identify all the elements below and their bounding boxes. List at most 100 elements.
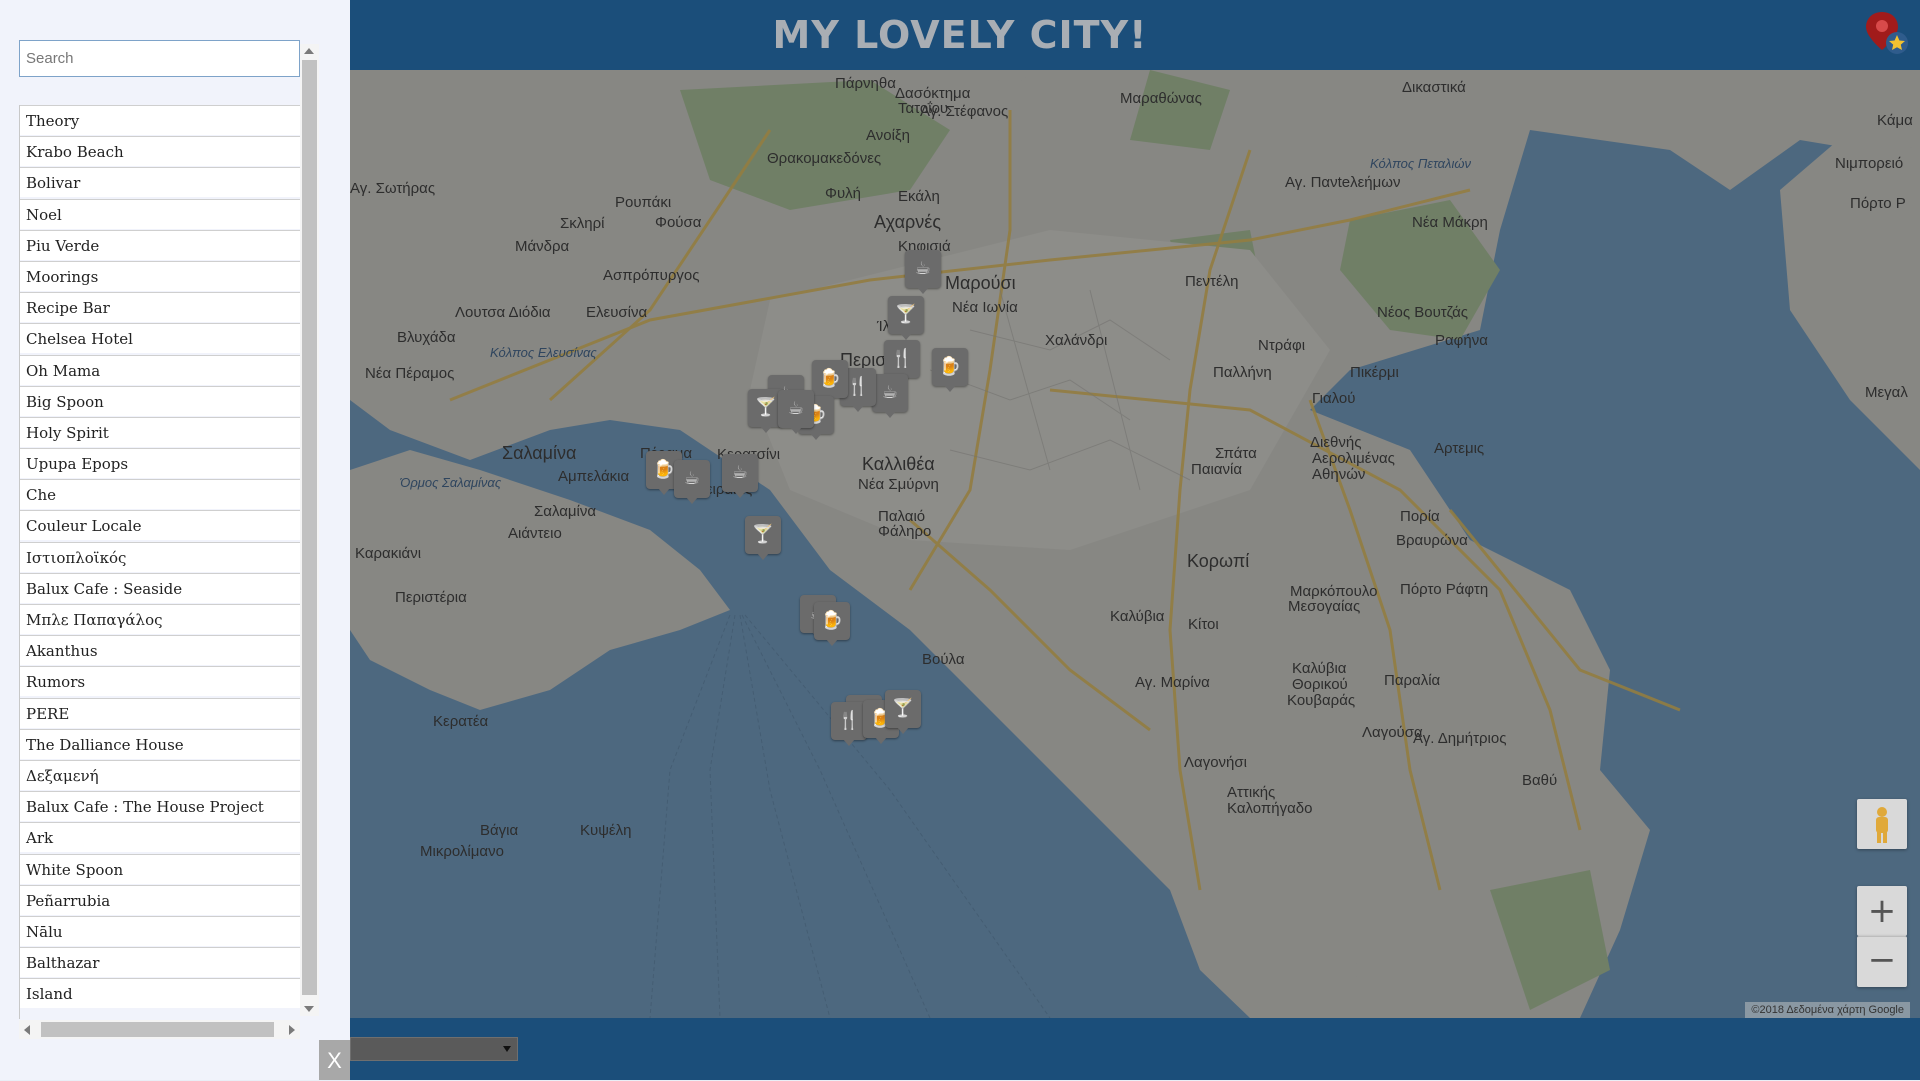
list-item[interactable]: Rumors [20, 666, 301, 697]
pegman-icon[interactable] [1857, 799, 1907, 849]
map-place-label: Αττικής [1227, 784, 1276, 801]
map-place-label: Ραφήνα [1435, 332, 1488, 349]
map[interactable]: Πάρνηθα Δασόκτημα Τατοΐου Μαραθώνας Δικαστικ… [350, 70, 1920, 1018]
map-place-label: Βάγια [480, 822, 519, 839]
list-item[interactable]: Couleur Locale [20, 510, 301, 541]
map-place-label: Θρακομακεδόνες [767, 150, 882, 167]
map-place-label: Θορικού [1292, 676, 1348, 693]
bar-marker-icon[interactable]: 🍸 [885, 690, 921, 734]
zoom-in-button[interactable]: + [1857, 886, 1907, 936]
list-item[interactable]: Ιστιοπλοϊκός [20, 541, 301, 572]
list-item[interactable]: Big Spoon [20, 385, 301, 416]
list-item[interactable]: Balthazar [20, 947, 301, 978]
pub-marker-icon[interactable]: 🍺 [814, 602, 850, 646]
map-place-label: Παραλία [1384, 672, 1441, 689]
map-place-label: Βαθύ [1522, 772, 1558, 789]
map-place-label: Αγ. Δημήτριος [1413, 730, 1507, 747]
scroll-down-arrow-icon[interactable] [304, 1006, 314, 1012]
bar-marker-icon[interactable]: 🍸 [745, 516, 781, 560]
map-place-label: Παλλήνη [1213, 364, 1272, 381]
restaurant-marker-icon[interactable]: 🍴 [831, 702, 867, 746]
vertical-scrollbar[interactable] [300, 44, 319, 1016]
map-place-label: Ελευσίνα [586, 304, 648, 321]
close-sidebar-button[interactable]: X [319, 1040, 350, 1080]
list-item[interactable]: Ark [20, 822, 301, 853]
list-item[interactable]: Recipe Bar [20, 292, 301, 323]
vertical-scroll-thumb[interactable] [302, 60, 317, 995]
map-place-label: Ντράφι [1258, 337, 1306, 354]
footer [350, 1018, 1920, 1080]
horizontal-scroll-thumb[interactable] [41, 1022, 274, 1037]
map-place-label: Ανοίξη [866, 127, 910, 144]
map-place-label: Πόρτο Ρ [1850, 195, 1906, 212]
list-item[interactable]: Balux Cafe : The House Project [20, 791, 301, 822]
scroll-right-arrow-icon[interactable] [289, 1025, 295, 1035]
map-place-label: Μικρολίμανο [420, 843, 504, 860]
cafe-marker-icon[interactable]: ☕ [674, 460, 710, 504]
list-item[interactable]: Che [20, 479, 301, 510]
restaurant-marker-icon[interactable]: 🍴 [884, 340, 920, 384]
chevron-down-icon[interactable] [503, 1046, 511, 1052]
map-place-label: Βραυρώνα [1396, 532, 1468, 549]
map-place-label: Καλύβια [1110, 608, 1165, 625]
map-place-label: Πορία [1400, 508, 1440, 525]
list-item[interactable]: Upupa Epops [20, 448, 301, 479]
map-place-label: Κορωπί [1187, 551, 1250, 571]
list-item[interactable]: Holy Spirit [20, 416, 301, 447]
map-place-label: Βούλα [922, 651, 965, 668]
map-place-label: Σκληρί [560, 215, 605, 232]
map-place-label: Αιάντειο [508, 525, 562, 542]
list-item[interactable]: Balux Cafe : Seaside [20, 572, 301, 603]
list-item[interactable]: Piu Verde [20, 229, 301, 260]
list-item[interactable]: Theory [20, 105, 301, 135]
list-item[interactable]: Bolivar [20, 167, 301, 198]
list-item[interactable]: Island [20, 978, 301, 1009]
map-place-label: Μεσογαίας [1288, 598, 1361, 615]
list-item[interactable]: Krabo Beach [20, 136, 301, 167]
map-place-label: Καλλιθέα [862, 454, 935, 474]
cafe-marker-icon[interactable]: ☕ [905, 250, 941, 294]
map-place-label: Λαγονήσι [1184, 754, 1247, 771]
list-item[interactable]: Akanthus [20, 635, 301, 666]
pub-marker-icon[interactable]: 🍺 [932, 348, 968, 392]
list-item[interactable]: The Dalliance House [20, 728, 301, 759]
list-item[interactable]: Oh Mama [20, 354, 301, 385]
horizontal-scrollbar[interactable] [19, 1020, 300, 1039]
pub-marker-icon[interactable]: 🍺 [812, 360, 848, 404]
map-place-label: Παιανία [1191, 461, 1243, 478]
search-input[interactable] [19, 40, 300, 77]
map-place-label: Νέα Σμύρνη [858, 476, 939, 493]
map-place-label: Πάρνηθα [835, 75, 896, 92]
list-item[interactable]: Peñarrubia [20, 884, 301, 915]
map-place-label: Νέα Ιωνία [952, 299, 1018, 316]
list-item[interactable]: Μπλε Παπαγάλος [20, 604, 301, 634]
map-place-label: Αγ. Σωτήρας [350, 180, 436, 197]
list-item[interactable]: Chelsea Hotel [20, 323, 301, 354]
map-place-label: Αρτεμις [1434, 440, 1485, 457]
map-place-label: Φούσα [655, 214, 702, 231]
map-pin-star-icon [1864, 10, 1910, 56]
filter-select[interactable] [350, 1037, 518, 1061]
map-place-label: Γιαλού [1312, 390, 1356, 407]
scroll-up-arrow-icon[interactable] [304, 48, 314, 54]
map-place-label: Αχαρνές [874, 212, 941, 232]
list-item[interactable]: Nālu [20, 915, 301, 946]
list-item[interactable]: PERE [20, 697, 301, 728]
cafe-marker-icon[interactable]: ☕ [778, 390, 814, 434]
list-item[interactable]: White Spoon [20, 853, 301, 884]
place-list: Theory Krabo Beach Bolivar Noel Piu Verde Moo… [19, 105, 301, 1019]
cafe-marker-icon[interactable]: ☕ [872, 374, 908, 418]
scroll-left-arrow-icon[interactable] [24, 1025, 30, 1035]
list-item[interactable]: Noel [20, 198, 301, 229]
map-place-label: Νιμπορειό [1835, 155, 1904, 172]
list-item[interactable]: Δεξαμενή [20, 759, 301, 790]
cafe-marker-icon[interactable]: ☕ [722, 454, 758, 498]
map-place-label: Όρμος Σαλαμίνας [400, 475, 502, 490]
map-place-label: Περιστέρια [395, 589, 467, 606]
list-item[interactable]: Moorings [20, 260, 301, 291]
map-place-label: Καρακιάνι [355, 545, 422, 562]
map-place-label: Αγ. Στέφανος [920, 103, 1009, 120]
bar-marker-icon[interactable]: 🍸 [888, 296, 924, 340]
zoom-out-button[interactable]: − [1857, 936, 1907, 987]
map-place-label: Κυψέλη [580, 822, 632, 839]
